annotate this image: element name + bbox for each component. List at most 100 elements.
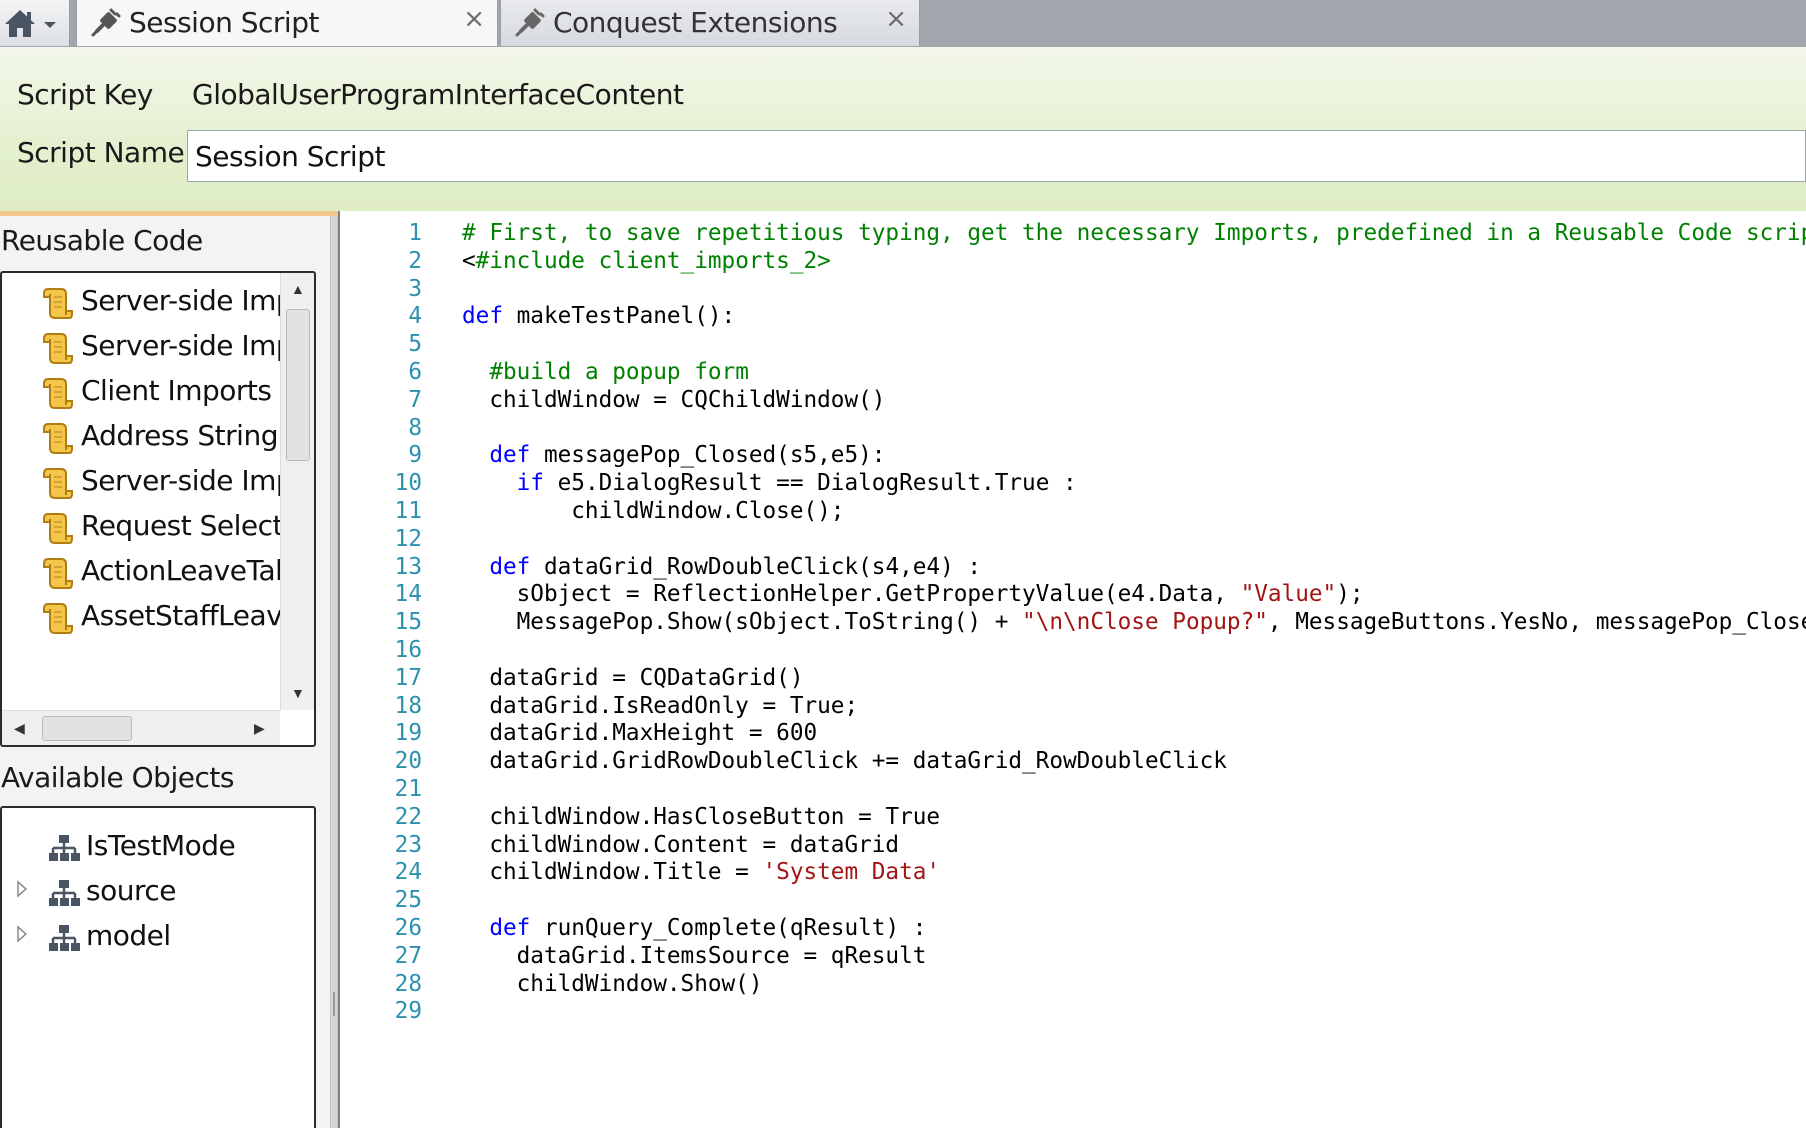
code-editor[interactable]: 1 # First, to save repetitious typing, ge… bbox=[338, 211, 1806, 1128]
home-menu-button[interactable] bbox=[0, 0, 70, 46]
reusable-code-item[interactable]: Client Imports 1 bbox=[40, 371, 280, 415]
script-scroll-icon bbox=[40, 420, 74, 456]
code-token: childWindow.Close(); bbox=[462, 498, 845, 524]
reusable-code-item[interactable]: Server-side Impo bbox=[40, 326, 280, 370]
code-token: makeTestPanel(): bbox=[502, 303, 736, 330]
script-scroll-icon bbox=[40, 465, 74, 501]
code-token: messagePop_Closed(s5,e5): bbox=[530, 442, 886, 469]
code-token: def bbox=[462, 303, 503, 330]
scroll-thumb[interactable] bbox=[286, 309, 310, 461]
home-icon bbox=[5, 10, 35, 37]
script-scroll-icon bbox=[40, 330, 74, 366]
reusable-code-label: Server-side Impo bbox=[81, 464, 280, 497]
reusable-code-label: Client Imports 1 bbox=[81, 374, 280, 407]
reusable-code-label: Server-side Impo bbox=[81, 329, 280, 362]
code-token: dataGrid.ItemsSource = qResult bbox=[462, 942, 927, 969]
available-object-label: source bbox=[86, 874, 176, 907]
code-token: def bbox=[489, 442, 531, 469]
available-object-istestmode[interactable]: IsTestMode bbox=[2, 826, 302, 870]
script-scroll-icon bbox=[40, 510, 74, 546]
code-token: # First, to save repetitious typing, get… bbox=[462, 220, 1806, 246]
reusable-code-item[interactable]: Address String bbox=[40, 416, 280, 460]
code-token: def bbox=[489, 553, 531, 580]
code-token: e5.DialogResult == DialogResult.True : bbox=[543, 470, 1077, 497]
code-token: #build a popup form bbox=[489, 359, 749, 385]
close-icon[interactable]: × bbox=[463, 4, 485, 34]
reusable-code-label: Request Selecte bbox=[81, 509, 280, 542]
reusable-code-list: Server-side Impo Server-side Impo Client I… bbox=[0, 271, 316, 747]
reusable-code-label: Server-side Impo bbox=[81, 284, 280, 317]
code-line[interactable]: 29 bbox=[340, 995, 1806, 1027]
code-token: MessagePop.Show(sObject.ToString() + bbox=[462, 609, 1023, 636]
scroll-up-arrow-icon[interactable]: ▲ bbox=[291, 281, 305, 297]
horizontal-scrollbar[interactable]: ◀ ▶ bbox=[2, 710, 280, 745]
scroll-left-arrow-icon[interactable]: ◀ bbox=[14, 720, 25, 737]
hierarchy-icon bbox=[48, 924, 80, 954]
script-scroll-icon bbox=[40, 285, 74, 321]
tab-conquest-extensions[interactable]: Conquest Extensions × bbox=[500, 0, 920, 46]
line-number: 29 bbox=[394, 998, 422, 1025]
code-token: "Value" bbox=[1240, 581, 1337, 608]
reusable-code-label: Address String bbox=[81, 419, 278, 452]
chevron-down-icon bbox=[44, 22, 56, 28]
reusable-code-item[interactable]: Server-side Impo bbox=[40, 281, 280, 325]
script-name-label: Script Name bbox=[17, 136, 185, 169]
code-token: 'System Data' bbox=[762, 859, 941, 886]
code-token: childWindow.Title = bbox=[462, 859, 763, 886]
code-token: runQuery_Complete(qResult) : bbox=[530, 915, 927, 941]
script-key-label: Script Key bbox=[17, 78, 153, 111]
reusable-code-item[interactable]: Server-side Impo bbox=[40, 461, 280, 505]
script-name-input[interactable] bbox=[187, 130, 1806, 182]
scroll-right-arrow-icon[interactable]: ▶ bbox=[254, 720, 265, 737]
code-token: #include client_imports_2> bbox=[475, 247, 831, 274]
expand-arrow-icon[interactable] bbox=[16, 879, 28, 904]
code-token: "\n\nClose Popup?" bbox=[1022, 609, 1268, 636]
available-objects-tree: IsTestMode source model bbox=[0, 806, 316, 1128]
plugin-icon bbox=[91, 8, 121, 37]
vertical-scrollbar[interactable]: ▲ ▼ bbox=[280, 273, 314, 710]
reusable-code-title: Reusable Code bbox=[1, 224, 203, 257]
tab-label: Session Script bbox=[129, 6, 319, 39]
code-token: childWindow.Show() bbox=[462, 970, 763, 997]
script-scroll-icon bbox=[40, 555, 74, 591]
code-token: < bbox=[462, 247, 476, 274]
reusable-code-item[interactable]: AssetStaffLeave( bbox=[40, 596, 280, 640]
script-header-form: Script Key GlobalUserProgramInterfaceCon… bbox=[0, 47, 1806, 216]
tab-bar: Session Script × Conquest Extensions × bbox=[0, 0, 1806, 48]
available-object-label: IsTestMode bbox=[86, 829, 236, 862]
script-scroll-icon bbox=[40, 375, 74, 411]
code-token: if bbox=[516, 470, 544, 497]
tab-session-script[interactable]: Session Script × bbox=[76, 0, 498, 46]
code-token: ); bbox=[1336, 581, 1364, 608]
reusable-code-item[interactable]: Request Selecte bbox=[40, 506, 280, 550]
script-scroll-icon bbox=[40, 600, 74, 636]
splitter-grip[interactable] bbox=[333, 992, 335, 1016]
scroll-thumb[interactable] bbox=[42, 716, 132, 741]
scroll-down-arrow-icon[interactable]: ▼ bbox=[291, 685, 305, 701]
available-object-source[interactable]: source bbox=[2, 871, 302, 915]
close-icon[interactable]: × bbox=[885, 4, 907, 34]
available-object-model[interactable]: model bbox=[2, 916, 302, 960]
code-token: dataGrid_RowDoubleClick(s4,e4) : bbox=[530, 553, 982, 580]
code-token: childWindow.Content = dataGrid bbox=[462, 831, 900, 858]
hierarchy-icon bbox=[48, 834, 80, 864]
reusable-code-label: AssetStaffLeave( bbox=[81, 599, 280, 632]
reusable-code-item[interactable]: ActionLeaveTake bbox=[40, 551, 280, 595]
code-token: , MessageButtons.YesNo, messagePop_Close… bbox=[1267, 609, 1806, 636]
code-token: sObject = ReflectionHelper.GetPropertyVa… bbox=[462, 581, 1241, 608]
code-token: dataGrid.IsReadOnly = True; bbox=[462, 692, 859, 719]
plugin-icon bbox=[515, 8, 545, 37]
hierarchy-icon bbox=[48, 879, 80, 909]
left-pane: Reusable Code Server-side ImpoServer-sid… bbox=[0, 216, 330, 1128]
pane-splitter[interactable] bbox=[330, 216, 338, 1128]
expand-arrow-icon[interactable] bbox=[16, 924, 28, 949]
code-token: dataGrid.GridRowDoubleClick += dataGrid_… bbox=[462, 748, 1227, 775]
code-token: childWindow.HasCloseButton = True bbox=[462, 803, 941, 830]
available-objects-title: Available Objects bbox=[1, 761, 234, 794]
code-token: dataGrid.MaxHeight = 600 bbox=[462, 720, 818, 747]
tab-label: Conquest Extensions bbox=[553, 6, 838, 39]
